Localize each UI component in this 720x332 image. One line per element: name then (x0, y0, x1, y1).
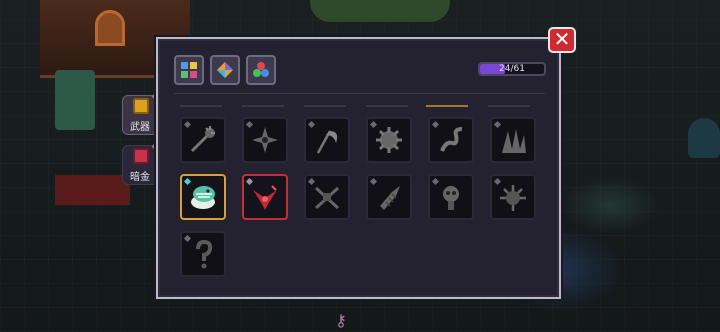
weapon-grid (180, 117, 540, 287)
filter-all-button[interactable] (174, 55, 204, 85)
close-button[interactable]: ✕ (548, 27, 576, 53)
spiked-club-icon (190, 126, 215, 153)
shuriken-icon (252, 127, 278, 153)
drill-lance-icon (380, 186, 400, 210)
crossbow-icon (314, 186, 340, 210)
weapon-slot[interactable] (366, 174, 412, 220)
weapon-stand (55, 70, 95, 130)
progress-text: 24/61 (499, 64, 525, 74)
grid-filter-icon (181, 62, 197, 78)
hedge (310, 0, 450, 22)
key-icon: ⚷ (335, 311, 347, 330)
serpent-blade-icon (440, 127, 463, 152)
weapon-slot[interactable] (304, 117, 350, 163)
divider (174, 93, 545, 94)
weapon-slot[interactable] (180, 117, 226, 163)
weapon-slot[interactable] (366, 117, 412, 163)
weapon-slot[interactable] (180, 231, 226, 277)
weapon-chest-icon (133, 98, 149, 114)
gear-bomb-icon (376, 127, 402, 153)
tab-dark-gold[interactable]: 暗金 (122, 141, 162, 185)
weapon-slot[interactable] (490, 174, 536, 220)
weapon-slot[interactable] (180, 174, 226, 220)
filter-gem-button[interactable] (210, 55, 240, 85)
weapon-slot[interactable] (428, 174, 474, 220)
tri-orb-icon (253, 62, 269, 77)
tab-dark-gold-label: 暗金 (130, 172, 150, 183)
mystery-hook-icon (196, 239, 213, 269)
dark-gold-icon (133, 148, 149, 164)
weapon-slot[interactable] (242, 174, 288, 220)
bone-dragon-icon (191, 186, 215, 209)
tab-weapons[interactable]: 武器 (122, 91, 162, 135)
diamond-gem-icon (217, 62, 233, 78)
filter-orb-button[interactable] (246, 55, 276, 85)
weapon-slot[interactable] (428, 117, 474, 163)
weapon-slot[interactable] (304, 174, 350, 220)
npc-character (688, 118, 720, 158)
weapon-slot[interactable] (242, 117, 288, 163)
red-boomerang-icon (253, 185, 277, 210)
tab-weapons-label: 武器 (130, 122, 150, 133)
scythe-icon (316, 130, 338, 154)
weapon-collection-panel: 24/61 (156, 37, 561, 299)
claw-spikes-icon (502, 129, 526, 153)
collection-progress-bar: 24/61 (478, 62, 546, 76)
red-carpet (55, 175, 130, 205)
previous-row-edges (174, 105, 534, 108)
spiked-mace-icon (500, 185, 526, 211)
weapon-slot[interactable] (490, 117, 536, 163)
skull-totem-icon (443, 186, 459, 210)
